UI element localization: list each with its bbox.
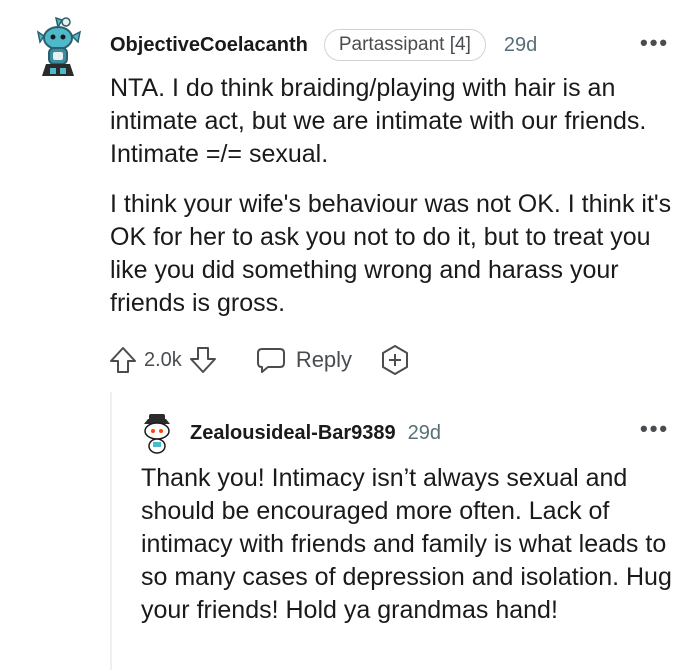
reply-time[interactable]: 29d: [408, 422, 441, 445]
reply-username[interactable]: Zealousideal-Bar9389: [190, 422, 396, 445]
arrow-up-icon: [110, 347, 136, 373]
award-button[interactable]: [378, 343, 412, 377]
comment-paragraph: NTA. I do think braiding/playing with ha…: [110, 74, 647, 168]
comment-header: ObjectiveCoelacanth Partassipant [4] 29d: [110, 28, 537, 62]
reply-text: Thank you! Intimacy isn’t always sexual …: [141, 464, 672, 624]
comment-more-options-icon[interactable]: •••: [640, 30, 669, 56]
speech-bubble-icon: [256, 348, 285, 373]
reply-button[interactable]: Reply: [256, 346, 352, 374]
comment-paragraph: I think your wife's behaviour was not OK…: [110, 190, 672, 317]
award-plus-icon: [382, 345, 409, 375]
comment-actions: 2.0k Reply: [108, 340, 412, 380]
reply-label: Reply: [295, 347, 353, 372]
reply-header: Zealousideal-Bar9389 29d: [190, 418, 441, 448]
user-flair: Partassipant [4]: [323, 29, 486, 61]
upvote-button[interactable]: [108, 345, 138, 375]
reply-more-options-icon[interactable]: •••: [640, 416, 669, 442]
downvote-button[interactable]: [188, 345, 218, 375]
arrow-down-icon: [189, 347, 216, 373]
reply-avatar-icon[interactable]: [140, 414, 174, 454]
commenter-avatar-icon[interactable]: [36, 12, 84, 80]
thread-line[interactable]: [110, 392, 112, 670]
comment-username[interactable]: ObjectiveCoelacanth: [110, 34, 308, 57]
comment-time[interactable]: 29d: [504, 34, 537, 57]
vote-count: 2.0k: [144, 348, 182, 371]
